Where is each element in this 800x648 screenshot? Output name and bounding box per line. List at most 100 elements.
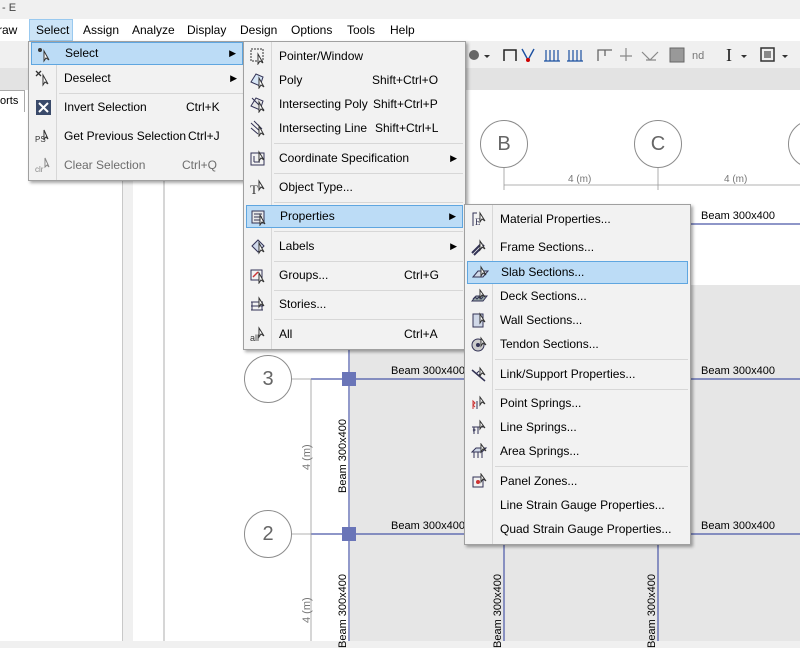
menu-item-quad-strain-gauge-properties[interactable]: Quad Strain Gauge Properties... xyxy=(467,518,688,541)
groups-icon xyxy=(250,269,265,284)
slab-sections-icon xyxy=(472,265,489,278)
menu-item-frame-sections[interactable]: Frame Sections... xyxy=(467,236,688,259)
menu-item-line-springs[interactable]: Line Springs... xyxy=(467,416,688,439)
beam-label: Beam 300x400 xyxy=(391,520,465,532)
dimension-label-vertical: 4 (m) xyxy=(301,597,313,623)
labels-icon xyxy=(251,239,265,255)
chevron-right-icon: ▶ xyxy=(229,48,236,58)
previous-selection-icon: PS xyxy=(35,129,49,144)
beam-label: Beam 300x400 xyxy=(391,365,465,377)
beam-label-vertical: Beam 300x400 xyxy=(337,574,349,648)
toolbar-text-icon: I xyxy=(726,45,732,65)
menu-item-all[interactable]: all All Ctrl+A xyxy=(246,323,463,346)
wall-sections-icon xyxy=(472,312,486,328)
tab-reports[interactable]: orts xyxy=(0,90,25,113)
menu-display[interactable]: Display xyxy=(187,19,226,41)
menu-item-clear-selection[interactable]: clr Clear Selection Ctrl+Q xyxy=(31,154,243,177)
joint-3a xyxy=(342,372,356,386)
invert-selection-icon xyxy=(36,100,51,115)
object-type-icon: T xyxy=(250,179,265,196)
beam-label-vertical: Beam 300x400 xyxy=(646,574,658,648)
joint-2a xyxy=(342,527,356,541)
beam-label-vertical: Beam 300x400 xyxy=(337,419,349,493)
menu-item-link-support-properties[interactable]: Link/Support Properties... xyxy=(467,363,688,386)
menu-item-labels[interactable]: Labels ▶ xyxy=(246,235,463,258)
toolbar-wall-icon xyxy=(544,50,560,62)
menu-item-object-type[interactable]: T Object Type... xyxy=(246,176,463,199)
svg-text:clr: clr xyxy=(35,165,44,174)
menu-item-deck-sections[interactable]: Deck Sections... xyxy=(467,285,688,308)
menu-options[interactable]: Options xyxy=(291,19,332,41)
grid-bubble-c: C xyxy=(634,120,682,168)
pointer-window-icon xyxy=(250,48,264,65)
intersecting-line-icon xyxy=(250,120,265,137)
grid-bubble-3: 3 xyxy=(244,355,292,403)
link-support-icon xyxy=(471,366,486,382)
menu-tools[interactable]: Tools xyxy=(347,19,375,41)
menu-item-invert-selection[interactable]: Invert Selection Ctrl+K xyxy=(31,96,243,119)
grid-bubble-2: 2 xyxy=(244,510,292,558)
menu-select[interactable]: Select xyxy=(29,19,73,41)
menu-item-coordinate-specification[interactable]: Coordinate Specification ▶ xyxy=(246,147,463,170)
menu-item-area-springs[interactable]: Area Springs... xyxy=(467,440,688,463)
poly-icon xyxy=(250,73,265,89)
menu-item-pointer-window[interactable]: Pointer/Window xyxy=(246,45,463,68)
menu-item-slab-sections[interactable]: Slab Sections... xyxy=(467,261,688,284)
menu-draw[interactable]: raw xyxy=(0,19,17,41)
intersecting-poly-icon xyxy=(250,97,265,113)
toolbar-frame-icon xyxy=(597,49,612,61)
menu-item-stories[interactable]: Stories... xyxy=(246,293,463,316)
menu-help[interactable]: Help xyxy=(390,19,415,41)
select-icon xyxy=(38,48,50,63)
menu-item-line-strain-gauge-properties[interactable]: Line Strain Gauge Properties... xyxy=(467,494,688,517)
coordinate-specification-icon xyxy=(250,150,265,166)
select-all-icon: all xyxy=(250,326,265,343)
menu-item-poly[interactable]: Poly Shift+Ctrl+O xyxy=(246,69,463,92)
menu-item-material-properties[interactable]: E Material Properties... xyxy=(467,208,688,231)
menu-design[interactable]: Design xyxy=(240,19,277,41)
beam-label: Beam 300x400 xyxy=(701,210,775,222)
chevron-right-icon: ▶ xyxy=(450,241,457,251)
menu-item-select[interactable]: Select ▶ xyxy=(31,42,243,65)
menu-item-properties[interactable]: Properties ▶ xyxy=(246,205,463,228)
stories-icon xyxy=(251,296,265,311)
beam-label: Beam 300x400 xyxy=(701,365,775,377)
tendon-sections-icon xyxy=(471,336,487,352)
select-submenu: Pointer/Window Poly Shift+Ctrl+O Intersec… xyxy=(243,41,466,350)
chevron-right-icon: ▶ xyxy=(449,211,456,221)
left-pane xyxy=(0,112,122,641)
menu-analyze[interactable]: Analyze xyxy=(132,19,175,41)
svg-text:all: all xyxy=(250,333,259,343)
properties-icon xyxy=(251,210,266,226)
toolbar-brace-icon xyxy=(521,48,535,62)
menu-item-tendon-sections[interactable]: Tendon Sections... xyxy=(467,333,688,356)
dimension-label-cd: 4 (m) xyxy=(724,174,748,185)
toolbar-link-icon xyxy=(641,51,659,61)
area-springs-icon xyxy=(471,443,488,458)
point-springs-icon xyxy=(472,395,486,409)
chevron-down-icon xyxy=(782,55,788,58)
chevron-down-icon xyxy=(741,55,747,58)
toolbar-support-icon xyxy=(620,48,632,61)
menu-item-wall-sections[interactable]: Wall Sections... xyxy=(467,309,688,332)
menu-item-panel-zones[interactable]: Panel Zones... xyxy=(467,470,688,493)
menu-item-get-previous-selection[interactable]: PS Get Previous Selection Ctrl+J xyxy=(31,125,243,148)
menu-assign[interactable]: Assign xyxy=(83,19,119,41)
title-fragment: - E xyxy=(2,2,17,14)
deck-sections-icon xyxy=(471,288,488,302)
beam-label: Beam 300x400 xyxy=(701,520,775,532)
toolbar-walls-icon xyxy=(567,50,583,62)
menu-item-point-springs[interactable]: Point Springs... xyxy=(467,392,688,415)
toolbar-box-icon xyxy=(760,47,775,62)
menu-item-intersecting-poly[interactable]: Intersecting Poly Shift+Ctrl+P xyxy=(246,93,463,116)
beam-label-vertical: Beam 300x400 xyxy=(492,574,504,648)
toolbar-grid-icon xyxy=(669,47,685,63)
select-menu: Select ▶ Deselect ▶ Invert Selection Ctrl+K… xyxy=(28,41,246,181)
toolbar-icons: nd I xyxy=(469,45,788,65)
properties-submenu: E Material Properties... Frame Sections..… xyxy=(464,204,691,545)
menu-item-deselect[interactable]: Deselect ▶ xyxy=(31,67,243,90)
menu-item-groups[interactable]: Groups... Ctrl+G xyxy=(246,264,463,287)
menu-item-intersecting-line[interactable]: Intersecting Line Shift+Ctrl+L xyxy=(246,117,463,140)
grid-bubble-b: B xyxy=(480,120,528,168)
deselect-icon xyxy=(35,70,49,87)
